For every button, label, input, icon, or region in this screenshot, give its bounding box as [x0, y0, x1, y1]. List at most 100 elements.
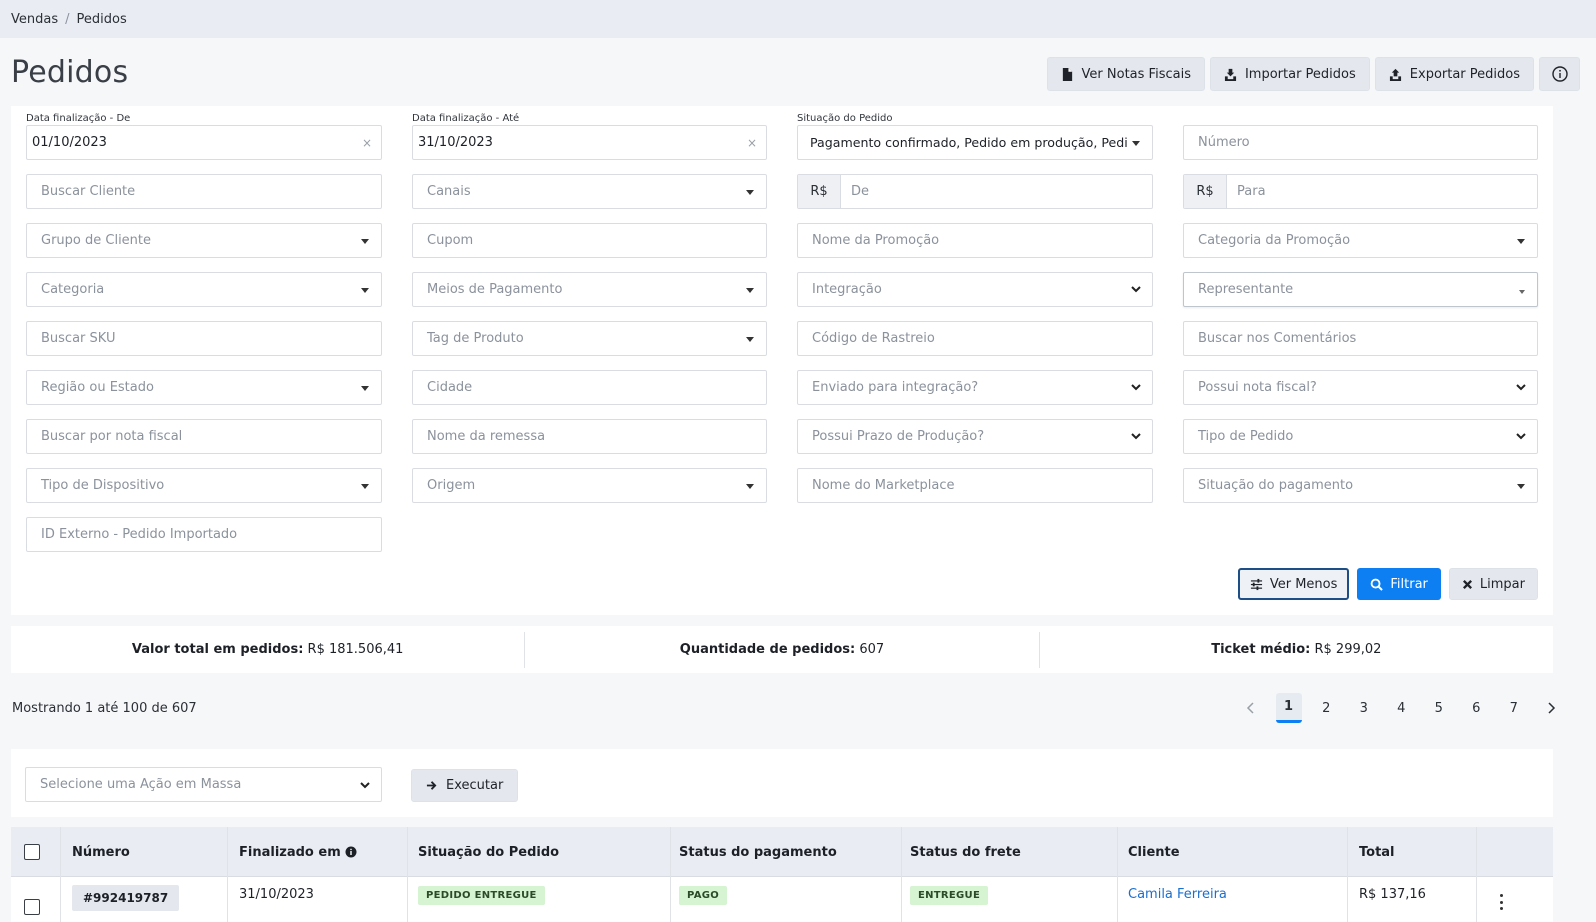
- info-icon[interactable]: [345, 846, 357, 858]
- situacao-pagamento-select[interactable]: Situação do pagamento: [1183, 468, 1538, 503]
- numero-placeholder: Número: [1198, 135, 1250, 150]
- breadcrumb-vendas[interactable]: Vendas: [11, 12, 58, 27]
- regiao-estado-select[interactable]: Região ou Estado: [26, 370, 382, 405]
- cupom-input[interactable]: Cupom: [412, 223, 767, 258]
- enviado-integracao-placeholder: Enviado para integração?: [812, 380, 979, 395]
- page-1-button[interactable]: 1: [1275, 693, 1302, 723]
- info-button[interactable]: [1539, 57, 1580, 91]
- canais-select[interactable]: Canais: [412, 174, 767, 209]
- grupo-cliente-select[interactable]: Grupo de Cliente: [26, 223, 382, 258]
- prazo-producao-placeholder: Possui Prazo de Produção?: [812, 429, 985, 444]
- origem-select[interactable]: Origem: [412, 468, 767, 503]
- client-link[interactable]: Camila Ferreira: [1128, 887, 1227, 902]
- date-to-label: Data finalização - Até: [412, 113, 520, 124]
- integracao-select[interactable]: Integração: [797, 272, 1153, 307]
- status-select[interactable]: Pagamento confirmado, Pedido em produção…: [797, 125, 1153, 160]
- header-numero[interactable]: Número: [72, 827, 130, 877]
- file-icon: [1062, 67, 1072, 81]
- limpar-label: Limpar: [1479, 576, 1525, 592]
- status-badge: PEDIDO ENTREGUE: [418, 886, 545, 905]
- page-5-button[interactable]: 5: [1420, 693, 1458, 723]
- next-page-button[interactable]: [1533, 693, 1571, 723]
- summary-qtd-value: 607: [859, 641, 885, 657]
- clear-date-from-icon[interactable]: ×: [362, 136, 372, 150]
- mass-action-select[interactable]: Selecione uma Ação em Massa: [25, 767, 382, 802]
- prev-page-button[interactable]: [1232, 693, 1270, 723]
- tipo-pedido-placeholder: Tipo de Pedido: [1198, 429, 1294, 444]
- buscar-cliente-input[interactable]: Buscar Cliente: [26, 174, 382, 209]
- row-checkbox[interactable]: [24, 899, 40, 915]
- date-to-value: 31/10/2023: [418, 135, 493, 150]
- select-all-checkbox[interactable]: [24, 844, 40, 860]
- header-pagamento[interactable]: Status do pagamento: [679, 827, 837, 877]
- prazo-producao-select[interactable]: Possui Prazo de Produção?: [797, 419, 1153, 454]
- header-frete[interactable]: Status do frete: [910, 827, 1021, 877]
- breadcrumb-pedidos: Pedidos: [76, 11, 127, 27]
- header-situacao[interactable]: Situação do Pedido: [418, 827, 559, 877]
- cidade-placeholder: Cidade: [427, 380, 473, 395]
- chevron-right-icon: [1548, 702, 1556, 714]
- exportar-pedidos-button[interactable]: Exportar Pedidos: [1374, 57, 1534, 91]
- categoria-promocao-placeholder: Categoria da Promoção: [1198, 233, 1351, 248]
- meios-pagamento-select[interactable]: Meios de Pagamento: [412, 272, 767, 307]
- filtrar-button[interactable]: Filtrar: [1357, 568, 1441, 600]
- possui-nota-select[interactable]: Possui nota fiscal?: [1183, 370, 1538, 405]
- caret-down-icon: [746, 337, 754, 342]
- caret-down-icon: [1519, 290, 1525, 294]
- representante-select[interactable]: Representante: [1183, 272, 1538, 307]
- order-number[interactable]: #992419787: [72, 885, 180, 911]
- categoria-promocao-select[interactable]: Categoria da Promoção: [1183, 223, 1538, 258]
- date-to-input[interactable]: 31/10/2023 ×: [412, 125, 767, 160]
- limpar-button[interactable]: Limpar: [1448, 568, 1538, 600]
- column-divider: [1117, 827, 1118, 922]
- integracao-placeholder: Integração: [812, 282, 882, 297]
- page-6-button[interactable]: 6: [1458, 693, 1496, 723]
- codigo-rastreio-input[interactable]: Código de Rastreio: [797, 321, 1153, 356]
- categoria-select[interactable]: Categoria: [26, 272, 382, 307]
- numero-input[interactable]: Número: [1183, 125, 1538, 160]
- nome-marketplace-input[interactable]: Nome do Marketplace: [797, 468, 1153, 503]
- buscar-cliente-placeholder: Buscar Cliente: [41, 184, 136, 199]
- buscar-sku-input[interactable]: Buscar SKU: [26, 321, 382, 356]
- pagination: 1 2 3 4 5 6 7: [1232, 693, 1570, 723]
- kebab-menu-icon[interactable]: [1499, 894, 1503, 910]
- buscar-comentarios-input[interactable]: Buscar nos Comentários: [1183, 321, 1538, 356]
- page-2-button[interactable]: 2: [1308, 693, 1346, 723]
- valor-de-input[interactable]: R$ De: [797, 174, 1153, 209]
- nome-promocao-input[interactable]: Nome da Promoção: [797, 223, 1153, 258]
- status-value: Pagamento confirmado, Pedido em produção…: [810, 135, 1128, 150]
- valor-para-placeholder: Para: [1237, 184, 1266, 199]
- importar-pedidos-button[interactable]: Importar Pedidos: [1209, 57, 1370, 91]
- page-4-button[interactable]: 4: [1383, 693, 1421, 723]
- id-externo-placeholder: ID Externo - Pedido Importado: [41, 527, 238, 542]
- tipo-pedido-select[interactable]: Tipo de Pedido: [1183, 419, 1538, 454]
- nome-remessa-input[interactable]: Nome da remessa: [412, 419, 767, 454]
- valor-de-placeholder: De: [851, 184, 870, 199]
- ver-notas-fiscais-button[interactable]: Ver Notas Fiscais: [1046, 57, 1205, 91]
- search-icon: [1371, 578, 1384, 591]
- id-externo-input[interactable]: ID Externo - Pedido Importado: [26, 517, 382, 552]
- clear-date-to-icon[interactable]: ×: [747, 136, 757, 150]
- cupom-placeholder: Cupom: [427, 233, 474, 248]
- row-frete-cell: ENTREGUE: [910, 877, 989, 922]
- header-total[interactable]: Total: [1359, 827, 1395, 877]
- tag-produto-select[interactable]: Tag de Produto: [412, 321, 767, 356]
- summary-total-label: Valor total em pedidos:: [131, 641, 304, 657]
- shipping-badge: ENTREGUE: [910, 886, 989, 905]
- tipo-dispositivo-select[interactable]: Tipo de Dispositivo: [26, 468, 382, 503]
- ver-menos-button[interactable]: Ver Menos: [1237, 568, 1350, 600]
- valor-para-input[interactable]: R$ Para: [1183, 174, 1538, 209]
- representante-placeholder: Representante: [1198, 282, 1294, 297]
- cidade-input[interactable]: Cidade: [412, 370, 767, 405]
- page-7-button[interactable]: 7: [1495, 693, 1533, 723]
- meios-pagamento-placeholder: Meios de Pagamento: [427, 282, 563, 297]
- enviado-integracao-select[interactable]: Enviado para integração?: [797, 370, 1153, 405]
- date-from-input[interactable]: 01/10/2023 ×: [26, 125, 382, 160]
- header-finalizado[interactable]: Finalizado em: [239, 827, 357, 877]
- header-cliente[interactable]: Cliente: [1128, 827, 1180, 877]
- page-3-button[interactable]: 3: [1345, 693, 1383, 723]
- column-divider: [1347, 827, 1348, 922]
- executar-button[interactable]: Executar: [411, 769, 519, 802]
- buscar-nota-input[interactable]: Buscar por nota fiscal: [26, 419, 382, 454]
- mass-action-panel: Selecione uma Ação em Massa Executar: [11, 749, 1553, 817]
